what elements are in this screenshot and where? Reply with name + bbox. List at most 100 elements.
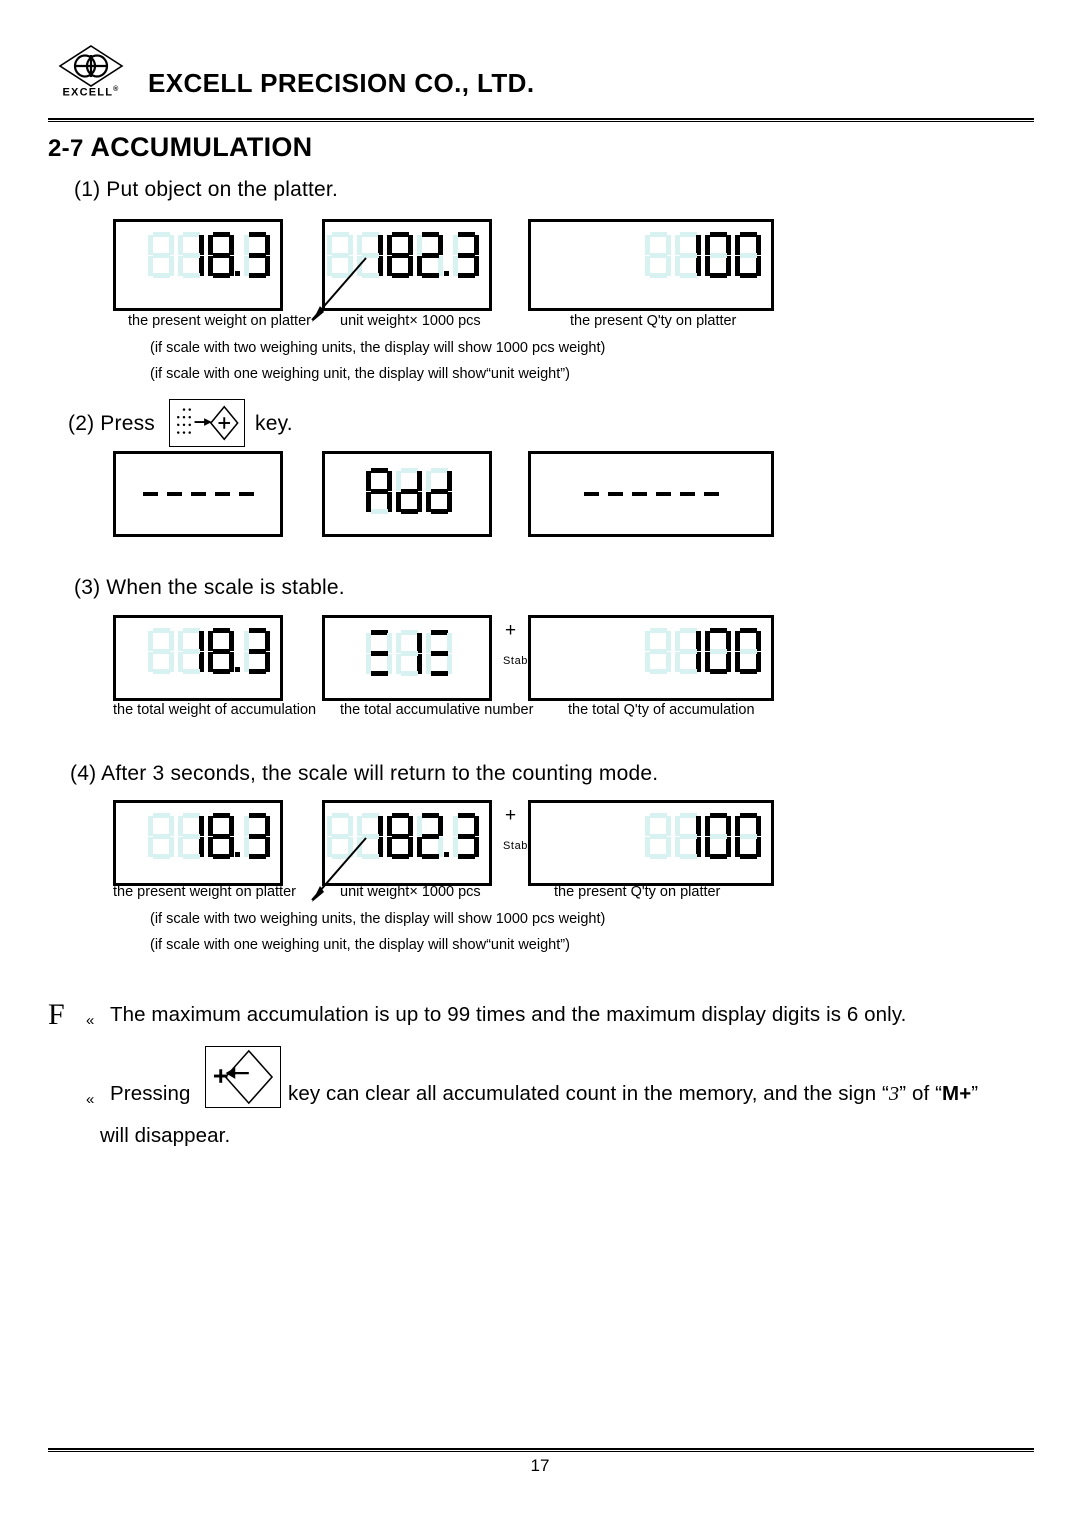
digit-d — [426, 468, 452, 514]
digit-bars — [366, 630, 392, 676]
digit-blank — [645, 628, 671, 674]
caption-unit-weight: unit weight× 1000 pcs — [340, 884, 481, 900]
registered-mark: ® — [113, 86, 120, 93]
display-row3-total-weight — [113, 615, 283, 701]
digit-d — [396, 468, 422, 514]
company-name: EXCELL PRECISION CO., LTD. — [148, 68, 535, 98]
lcd-digits — [144, 813, 270, 859]
lcd-digits — [641, 232, 761, 278]
note-one-unit: (if scale with one weighing unit, the di… — [150, 366, 570, 382]
digit-0 — [705, 628, 731, 674]
caption-total-weight: the total weight of accumulation — [113, 702, 317, 718]
digit-1 — [396, 630, 422, 676]
digit-0 — [705, 813, 731, 859]
digit-blank — [148, 232, 174, 278]
digit-2 — [417, 232, 443, 278]
lcd-digits — [641, 813, 761, 859]
digit-0 — [705, 232, 731, 278]
footnote-line-1: The maximum accumulation is up to 99 tim… — [110, 1003, 907, 1026]
display-row3-total-number — [322, 615, 492, 701]
lcd-digits — [325, 630, 489, 676]
display-row4-qty — [528, 800, 774, 886]
digit-1 — [178, 232, 204, 278]
digit-8 — [387, 813, 413, 859]
caption-total-number: the total accumulative number — [340, 702, 534, 718]
digit-0 — [735, 628, 761, 674]
digit-blank — [148, 628, 174, 674]
section-title-text: ACCUMULATION — [90, 132, 313, 162]
digit-3 — [453, 232, 479, 278]
lcd-digits — [144, 628, 270, 674]
excell-logo: EXCELL® — [48, 44, 134, 112]
decimal-point — [444, 271, 449, 278]
display-row1-qty — [528, 219, 774, 311]
m-plus-key-glyph — [177, 405, 239, 441]
caption-present-qty: the present Q'ty on platter — [554, 884, 721, 900]
step-4-heading: (4) After 3 seconds, the scale will retu… — [70, 762, 659, 785]
bullet-marker: « — [86, 1091, 95, 1108]
note-two-units: (if scale with two weighing units, the d… — [150, 340, 606, 356]
header-rule — [48, 118, 1034, 122]
decimal-point — [235, 852, 240, 859]
decimal-point — [235, 667, 240, 674]
plus-sign: + — [505, 805, 517, 826]
digit-1 — [675, 628, 701, 674]
lcd-digits — [144, 232, 270, 278]
digit-1 — [178, 813, 204, 859]
caption-present-weight: the present weight on platter — [128, 313, 311, 329]
footnote-line-2-pressing: Pressing — [110, 1082, 191, 1105]
lcd-dashes — [531, 492, 771, 496]
dash-group-6 — [583, 492, 719, 496]
display-row2-add — [322, 451, 492, 537]
digit-8 — [208, 628, 234, 674]
decimal-point — [444, 852, 449, 859]
digit-3 — [244, 232, 270, 278]
m-clear-key-icon[interactable] — [205, 1046, 281, 1108]
logo-wordmark: EXCELL® — [48, 86, 134, 99]
page-number: 17 — [530, 1456, 550, 1475]
footnote-text-pre: key can clear all accumulated count in t… — [288, 1082, 889, 1105]
digit-0 — [735, 232, 761, 278]
digit-1 — [178, 628, 204, 674]
page-title: 2-7 ACCUMULATION — [48, 132, 312, 163]
step-2-heading-suffix: key. — [255, 412, 293, 435]
step-3-heading: (3) When the scale is stable. — [74, 576, 345, 599]
step-2-heading-prefix: (2) Press — [68, 412, 155, 435]
logo-word-text: EXCELL — [62, 86, 114, 99]
display-row1-weight — [113, 219, 283, 311]
display-row4-weight — [113, 800, 283, 886]
footnote-line-2-rest: key can clear all accumulated count in t… — [288, 1082, 978, 1106]
m-plus-key-icon[interactable] — [169, 399, 245, 447]
digit-3 — [244, 813, 270, 859]
digit-8 — [208, 232, 234, 278]
footnote-text-mid: ” of “ — [899, 1082, 943, 1105]
plus-sign: + — [505, 620, 517, 641]
excell-diamond-logo — [58, 45, 124, 87]
caption-unit-weight: unit weight× 1000 pcs — [340, 313, 481, 329]
step-1-heading: (1) Put object on the platter. — [74, 178, 338, 201]
page-header: EXCELL® EXCELL PRECISION CO., LTD. — [48, 44, 1034, 112]
digit-blank — [148, 813, 174, 859]
digit-8 — [387, 232, 413, 278]
display-row3-total-qty — [528, 615, 774, 701]
lcd-dashes — [116, 492, 280, 496]
digit-1 — [675, 813, 701, 859]
memory-sign-inline: 3 — [888, 1083, 900, 1105]
footer-rule — [48, 1448, 1034, 1452]
caption-present-qty: the present Q'ty on platter — [570, 313, 737, 329]
footnote-text-end: ” — [971, 1082, 979, 1105]
digit-2 — [417, 813, 443, 859]
digit-blank — [645, 232, 671, 278]
display-row2-left — [113, 451, 283, 537]
lcd-digits — [325, 468, 489, 514]
caption-total-qty: the total Q'ty of accumulation — [568, 702, 755, 718]
digit-bars — [426, 630, 452, 676]
display-row2-right — [528, 451, 774, 537]
digit-blank — [645, 813, 671, 859]
section-number: 2-7 — [48, 135, 84, 162]
dash-group-5 — [142, 492, 254, 496]
m-plus-label: M+ — [942, 1082, 972, 1105]
m-clear-key-glyph — [213, 1049, 274, 1105]
digit-3 — [453, 813, 479, 859]
footnote-line-3: will disappear. — [100, 1124, 231, 1147]
